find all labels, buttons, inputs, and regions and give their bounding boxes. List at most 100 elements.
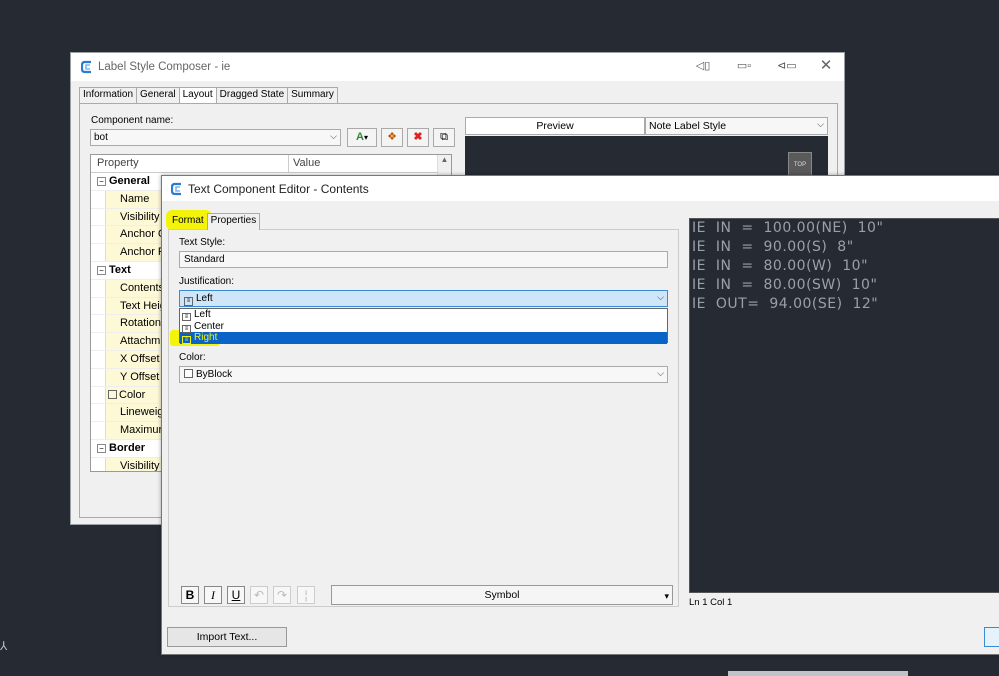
text-style-label: Text Style: bbox=[179, 237, 226, 248]
title-bar: Text Component Editor - Contents bbox=[162, 176, 999, 201]
copy-component-button[interactable]: ❖ bbox=[381, 128, 403, 147]
grid-header: Property Value bbox=[91, 155, 451, 173]
undo-button[interactable]: ↶ bbox=[250, 586, 268, 604]
delete-x-icon: ✖ bbox=[413, 131, 423, 143]
taskbar-fragment bbox=[728, 671, 908, 676]
justify-left-icon: ≡ bbox=[184, 297, 193, 306]
category-label: General bbox=[109, 175, 150, 188]
text-style-field[interactable]: Standard bbox=[179, 251, 668, 268]
component-name-value: bot bbox=[94, 132, 108, 143]
symbol-button[interactable]: Symbol ▾ bbox=[331, 585, 673, 605]
property-label: Name bbox=[120, 192, 150, 205]
property-label: Contents bbox=[120, 281, 165, 294]
property-column-header[interactable]: Property bbox=[91, 155, 289, 172]
civil3d-logo-icon bbox=[171, 182, 181, 195]
ok-button[interactable] bbox=[984, 627, 999, 647]
component-toolbar: A▾ ❖ ✖ ⧉ bbox=[347, 128, 455, 147]
draw-order-button[interactable]: ⧉ bbox=[433, 128, 455, 147]
delete-component-button[interactable]: ✖ bbox=[407, 128, 429, 147]
option-center[interactable]: ≡ Center bbox=[180, 321, 667, 333]
text-line: IE IN = 80.00(W) 10" bbox=[692, 258, 869, 274]
property-label: Anchor P bbox=[120, 246, 166, 259]
property-label: Color bbox=[119, 388, 146, 401]
tab-summary[interactable]: Summary bbox=[287, 87, 338, 104]
caret-down-icon: ▾ bbox=[363, 133, 368, 142]
symbol-label: Symbol bbox=[484, 589, 520, 601]
text-component-editor-window: Text Component Editor - Contents Format … bbox=[161, 175, 999, 655]
text-lines: IE IN = 100.00(NE) 10" IE IN = 90.00(S) 8… bbox=[690, 219, 999, 314]
option-right-label: Right bbox=[194, 332, 218, 343]
draw-order-icon: ⧉ bbox=[440, 131, 448, 143]
tab-information[interactable]: Information bbox=[79, 87, 138, 104]
option-left-label: Left bbox=[194, 309, 211, 320]
collapse-icon[interactable]: − bbox=[97, 443, 106, 453]
collapse-icon[interactable]: − bbox=[97, 265, 106, 275]
preview-style-select[interactable]: Note Label Style ⌵ bbox=[645, 117, 828, 135]
stack-button[interactable]: ¦ bbox=[297, 586, 315, 604]
option-left[interactable]: ≡ Left bbox=[180, 309, 667, 321]
chevron-down-icon: ⌵ bbox=[817, 119, 824, 129]
text-line: IE IN = 100.00(NE) 10" bbox=[692, 220, 884, 236]
import-text-button[interactable]: Import Text... bbox=[167, 627, 287, 647]
justification-value: Left bbox=[196, 293, 213, 304]
collapse-icon[interactable]: − bbox=[97, 176, 106, 186]
justification-select[interactable]: ≡ Left ⌵ bbox=[179, 290, 668, 307]
civil3d-logo-icon bbox=[81, 60, 91, 74]
color-value: ByBlock bbox=[196, 369, 233, 380]
underline-button[interactable]: U bbox=[227, 586, 245, 604]
chevron-down-icon: ⌵ bbox=[330, 131, 337, 141]
property-label: Lineweig bbox=[120, 406, 164, 419]
tab-general[interactable]: General bbox=[136, 87, 180, 104]
display-icon[interactable]: ▭▫ bbox=[736, 59, 752, 73]
preview-tab[interactable]: Preview bbox=[465, 117, 645, 135]
color-label: Color: bbox=[179, 352, 206, 363]
justification-dropdown: ≡ Left ≡ Center ≡ Right bbox=[179, 308, 668, 344]
viewcube-top[interactable]: TOP bbox=[788, 152, 812, 176]
property-label: Attachm bbox=[120, 335, 161, 348]
add-component-button[interactable]: A▾ bbox=[347, 128, 377, 147]
speaker-icon[interactable]: ◁▯ bbox=[695, 59, 711, 73]
bold-button[interactable]: B bbox=[181, 586, 199, 604]
copy-component-icon: ❖ bbox=[387, 131, 397, 143]
justify-right-icon: ≡ bbox=[182, 336, 191, 344]
text-style-value: Standard bbox=[184, 254, 225, 265]
cursor-icon: ⅄ bbox=[0, 639, 8, 653]
close-icon[interactable]: ✕ bbox=[818, 58, 834, 73]
scroll-up-icon[interactable]: ▲ bbox=[441, 155, 449, 164]
text-line: IE OUT= 94.00(SE) 12" bbox=[692, 296, 879, 312]
preview-style-value: Note Label Style bbox=[649, 120, 727, 132]
checkbox-icon[interactable] bbox=[108, 389, 117, 399]
cursor-position-status: Ln 1 Col 1 bbox=[689, 597, 733, 608]
justify-left-icon: ≡ bbox=[182, 313, 191, 321]
property-label: Y Offset bbox=[120, 370, 160, 383]
contents-text-area[interactable]: IE IN = 100.00(NE) 10" IE IN = 90.00(S) 8… bbox=[689, 218, 999, 593]
component-name-label: Component name: bbox=[91, 115, 174, 126]
property-label: Visibility bbox=[120, 210, 160, 223]
color-swatch-icon bbox=[184, 369, 193, 378]
caret-down-icon: ▾ bbox=[664, 591, 669, 601]
redo-button[interactable]: ↷ bbox=[273, 586, 291, 604]
format-panel: Text Style: Standard Justification: ≡ Lef… bbox=[168, 229, 679, 607]
tab-format[interactable]: Format bbox=[168, 213, 208, 230]
justification-label: Justification: bbox=[179, 276, 235, 287]
chevron-down-icon: ⌵ bbox=[657, 292, 664, 302]
stack-icon: ¦ bbox=[304, 588, 308, 602]
option-right[interactable]: ≡ Right bbox=[180, 332, 667, 344]
property-label: Maximur bbox=[120, 424, 163, 437]
window-title: Label Style Composer - ie bbox=[98, 61, 231, 73]
value-column-header[interactable]: Value bbox=[289, 155, 324, 172]
text-line: IE IN = 90.00(S) 8" bbox=[692, 239, 854, 255]
tab-dragged-state[interactable]: Dragged State bbox=[215, 87, 289, 104]
redo-icon: ↷ bbox=[276, 588, 288, 602]
composer-tabs: Information General Layout Dragged State… bbox=[79, 87, 338, 105]
property-label: Text Heig bbox=[120, 299, 166, 312]
tab-properties[interactable]: Properties bbox=[206, 213, 261, 230]
add-text-icon: A bbox=[356, 131, 364, 143]
color-select[interactable]: ByBlock ⌵ bbox=[179, 366, 668, 383]
screen-share-icon[interactable]: ⊲▭ bbox=[777, 59, 797, 73]
window-title: Text Component Editor - Contents bbox=[188, 181, 369, 196]
italic-button[interactable]: I bbox=[204, 586, 222, 604]
editor-tabs: Format Properties bbox=[168, 213, 261, 230]
component-name-select[interactable]: bot ⌵ bbox=[90, 129, 341, 146]
category-label: Text bbox=[109, 264, 131, 277]
